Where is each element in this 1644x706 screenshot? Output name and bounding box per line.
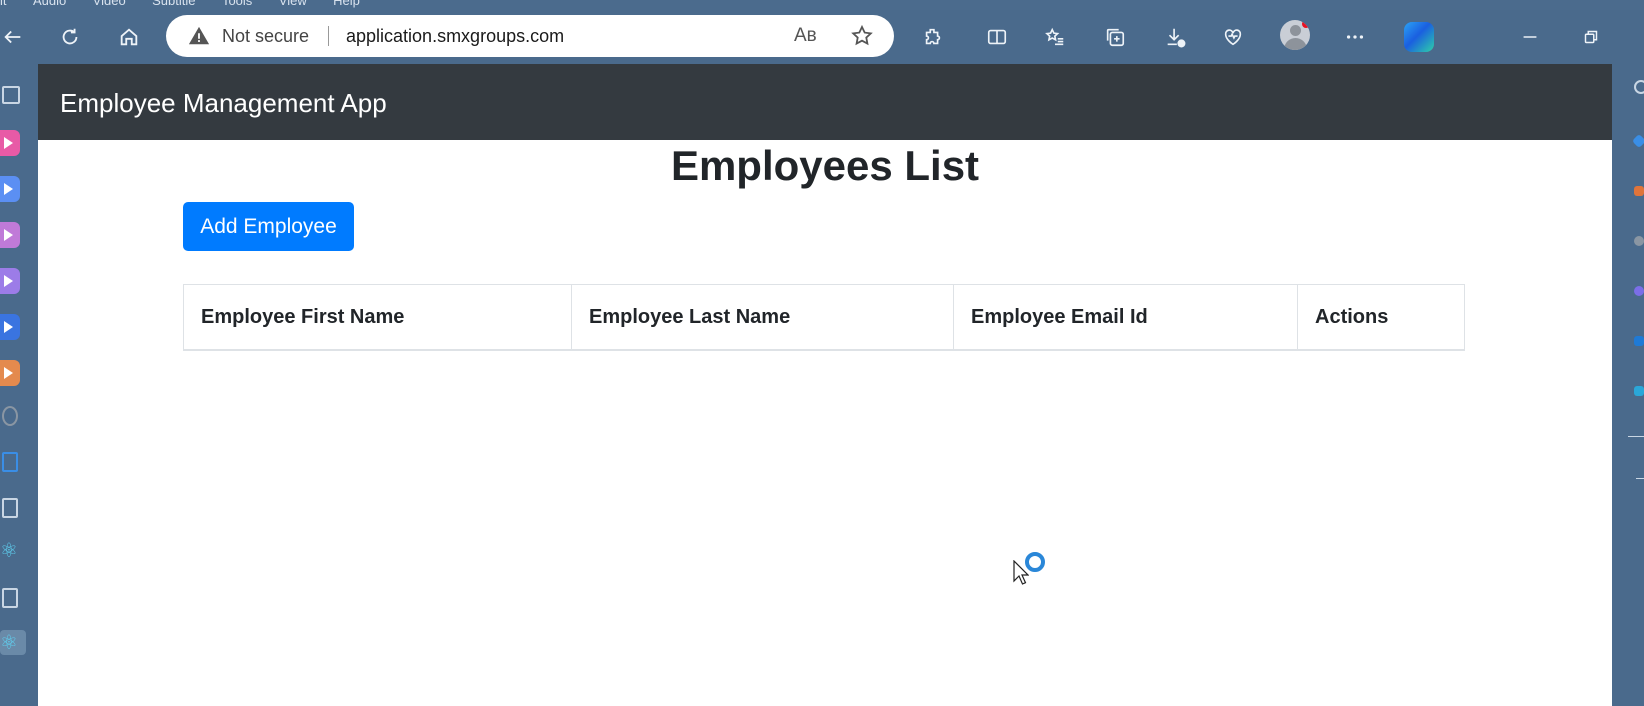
- square-tab-icon[interactable]: [2, 452, 18, 472]
- favorite-star-icon[interactable]: [850, 24, 874, 48]
- navbar-brand[interactable]: Employee Management App: [60, 88, 387, 119]
- more-options-icon[interactable]: [1342, 24, 1368, 50]
- avatar-body: [1284, 38, 1307, 50]
- split-screen-icon[interactable]: [984, 24, 1010, 50]
- shopping-icon[interactable]: [1634, 186, 1644, 196]
- page-title: Employees List: [670, 142, 980, 189]
- add-icon[interactable]: [1636, 478, 1644, 479]
- video-tab-icon[interactable]: [0, 314, 20, 340]
- search-icon[interactable]: [1634, 80, 1644, 94]
- restore-icon[interactable]: [1578, 24, 1604, 50]
- copilot-icon[interactable]: [1404, 22, 1434, 52]
- table-header-row: Employee First Name Employee Last Name E…: [183, 284, 1465, 351]
- security-status-label[interactable]: Not secure: [222, 26, 309, 47]
- address-bar[interactable]: Not secure application.smxgroups.com Aʙ: [166, 15, 894, 57]
- collections-icon[interactable]: [1102, 24, 1128, 50]
- tab-actions-icon[interactable]: [2, 86, 20, 104]
- downloads-icon[interactable]: [1162, 24, 1188, 50]
- menu-item-audio[interactable]: Audio: [33, 0, 66, 8]
- edge-right-sidebar: [1612, 64, 1644, 706]
- minimize-icon[interactable]: [1517, 24, 1543, 50]
- add-employee-button[interactable]: Add Employee: [183, 202, 354, 251]
- vertical-tabs-sidebar: ⚛ ⚛: [0, 64, 38, 706]
- menu-item-subtitle[interactable]: Subtitle: [152, 0, 195, 8]
- sidebar-divider: [1628, 436, 1644, 437]
- video-tab-icon[interactable]: [0, 176, 20, 202]
- home-icon[interactable]: [116, 24, 142, 50]
- page-viewport: Employee Management App Employees List A…: [38, 64, 1612, 706]
- outlook-icon[interactable]: [1634, 336, 1644, 346]
- column-header-last-name: Employee Last Name: [571, 284, 954, 351]
- document-icon[interactable]: [2, 588, 18, 608]
- refresh-icon[interactable]: [57, 24, 83, 50]
- address-separator: [328, 26, 329, 46]
- react-icon-active[interactable]: ⚛: [0, 630, 26, 655]
- column-header-actions: Actions: [1297, 284, 1465, 351]
- video-tab-icon[interactable]: [0, 360, 20, 386]
- column-header-first-name: Employee First Name: [183, 284, 572, 351]
- menu-item-video[interactable]: Video: [93, 0, 126, 8]
- video-tab-icon[interactable]: [0, 130, 20, 156]
- copilot-sidebar-icon[interactable]: [1631, 133, 1644, 149]
- notification-dot: [1302, 20, 1310, 28]
- tools-icon[interactable]: [1634, 236, 1644, 246]
- menu-item-view[interactable]: View: [279, 0, 307, 8]
- app-menu-bar: it Audio Video Subtitle Tools View Help: [0, 0, 1644, 10]
- favorites-list-icon[interactable]: [1042, 24, 1068, 50]
- document-icon[interactable]: [2, 498, 18, 518]
- column-header-email: Employee Email Id: [953, 284, 1298, 351]
- video-tab-icon[interactable]: [0, 222, 20, 248]
- mouse-cursor-icon: [1013, 560, 1029, 585]
- games-icon[interactable]: [1634, 286, 1644, 296]
- read-aloud-icon[interactable]: Aʙ: [794, 25, 817, 47]
- menu-item-help[interactable]: Help: [333, 0, 360, 8]
- avatar-head: [1290, 25, 1301, 36]
- extensions-icon[interactable]: [920, 24, 946, 50]
- back-arrow-icon[interactable]: [0, 24, 26, 50]
- browser-toolbar: Not secure application.smxgroups.com Aʙ: [0, 10, 1644, 64]
- react-icon[interactable]: ⚛: [0, 538, 18, 563]
- employees-table: Employee First Name Employee Last Name E…: [183, 284, 1465, 351]
- app-navbar: Employee Management App: [38, 64, 1612, 140]
- send-icon[interactable]: [1634, 386, 1644, 396]
- browser-essentials-icon[interactable]: [1220, 24, 1246, 50]
- warning-icon: [188, 26, 210, 45]
- profile-avatar[interactable]: [1280, 20, 1310, 50]
- video-tab-icon[interactable]: [0, 268, 20, 294]
- menu-item-tools[interactable]: Tools: [222, 0, 252, 8]
- fingerprint-icon[interactable]: [2, 406, 18, 426]
- menu-item[interactable]: it: [0, 0, 7, 8]
- url-text[interactable]: application.smxgroups.com: [346, 26, 564, 47]
